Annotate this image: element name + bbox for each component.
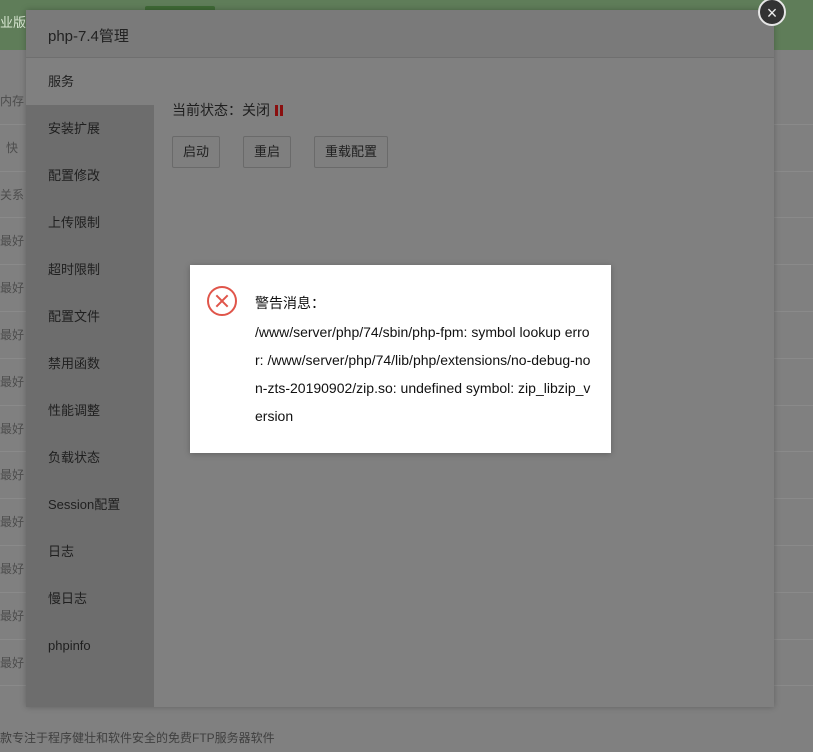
service-status: 当前状态：关闭 — [172, 100, 285, 120]
error-alert: 警告消息： /www/server/php/74/sbin/php-fpm: s… — [190, 265, 611, 453]
dialog-header: php-7.4管理 — [26, 10, 774, 58]
sidebar-item-log[interactable]: 日志 — [26, 528, 154, 575]
reload-config-button[interactable]: 重载配置 — [314, 136, 389, 168]
sidebar-item-timeout-limit[interactable]: 超时限制 — [26, 246, 154, 293]
sidebar-item-session-config[interactable]: Session配置 — [26, 481, 154, 528]
stopped-status-icon — [275, 103, 285, 119]
restart-button[interactable]: 重启 — [243, 136, 292, 168]
background-footer-text: 款专注于程序健壮和软件安全的免费FTP服务器软件 — [0, 731, 275, 745]
status-label: 当前状态：关闭 — [172, 102, 270, 118]
alert-title: 警告消息： — [255, 295, 325, 311]
sidebar-item-load-status[interactable]: 负载状态 — [26, 434, 154, 481]
sidebar-item-performance[interactable]: 性能调整 — [26, 387, 154, 434]
sidebar-item-install-extension[interactable]: 安装扩展 — [26, 105, 154, 152]
sidebar-item-service[interactable]: 服务 — [26, 58, 154, 105]
sidebar-item-upload-limit[interactable]: 上传限制 — [26, 199, 154, 246]
sidebar-item-disabled-functions[interactable]: 禁用函数 — [26, 340, 154, 387]
alert-message: /www/server/php/74/sbin/php-fpm: symbol … — [255, 324, 591, 424]
dialog-title: php-7.4管理 — [48, 28, 129, 45]
sidebar: 服务 安装扩展 配置修改 上传限制 超时限制 配置文件 禁用函数 性能调整 负载… — [26, 58, 154, 707]
start-button[interactable]: 启动 — [172, 136, 221, 168]
sidebar-item-config-file[interactable]: 配置文件 — [26, 293, 154, 340]
sidebar-item-slow-log[interactable]: 慢日志 — [26, 575, 154, 622]
sidebar-item-phpinfo[interactable]: phpinfo — [26, 622, 154, 669]
sidebar-item-config-edit[interactable]: 配置修改 — [26, 152, 154, 199]
background-topbar-label: 业版 — [0, 15, 27, 30]
error-icon — [207, 286, 237, 316]
